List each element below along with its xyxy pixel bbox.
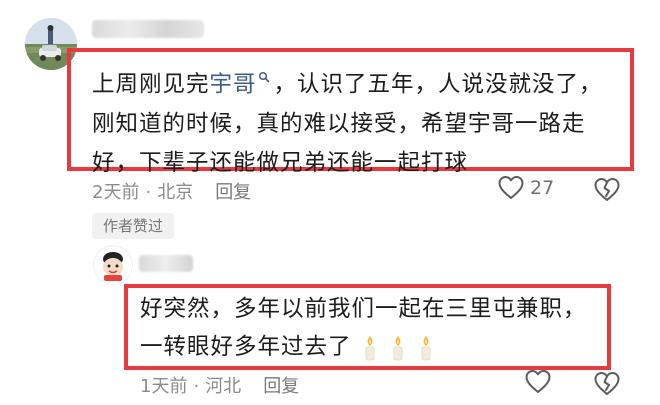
heart-icon[interactable] xyxy=(497,174,525,206)
reply-location: 河北 xyxy=(205,376,242,397)
comment-time: 2天前 xyxy=(92,182,140,203)
like-button[interactable]: 27 xyxy=(497,174,554,206)
like-button[interactable] xyxy=(524,368,552,400)
replier-avatar[interactable] xyxy=(93,245,133,285)
candle-icon xyxy=(388,335,408,361)
avatar-cartoon xyxy=(93,245,133,285)
broken-heart-icon[interactable] xyxy=(593,372,621,402)
comment-location: 北京 xyxy=(157,182,194,203)
dislike-button[interactable] xyxy=(593,370,621,402)
reply-button[interactable]: 回复 xyxy=(263,376,299,397)
comment-meta: 2天前 · 北京 回复 xyxy=(92,178,251,204)
username-redacted[interactable] xyxy=(92,20,204,38)
reply-button[interactable]: 回复 xyxy=(215,182,251,203)
username-redacted[interactable] xyxy=(139,255,193,272)
meta-separator: · xyxy=(193,376,200,397)
candle-icon xyxy=(416,335,436,361)
reply-time: 1天前 xyxy=(140,376,188,397)
author-liked-tag: 作者赞过 xyxy=(92,213,174,239)
like-count: 27 xyxy=(530,177,555,199)
broken-heart-icon[interactable] xyxy=(593,178,621,208)
comment-body: 上周刚见完宇哥 ，认识了五年，人说没就没了，刚知道的时候，真的难以接受，希望宇哥一… xyxy=(92,57,622,183)
dislike-button[interactable] xyxy=(593,176,621,208)
search-icon[interactable] xyxy=(258,57,270,83)
reply-body: 好突然，多年以前我们一起在三里屯兼职，一转眼好多年过去了 xyxy=(140,290,605,366)
heart-icon[interactable] xyxy=(524,370,552,400)
candle-icon xyxy=(360,335,380,361)
comment-text-part: 上周刚见完 xyxy=(92,71,210,98)
mention-link[interactable]: 宇哥 xyxy=(210,72,257,98)
reply-meta: 1天前 · 河北 回复 xyxy=(140,372,299,398)
meta-separator: · xyxy=(145,182,152,203)
